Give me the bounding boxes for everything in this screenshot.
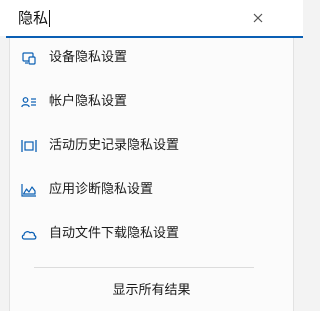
suggestion-label: 帐户隐私设置	[49, 94, 128, 109]
cloud-icon	[21, 231, 37, 240]
show-all-results-button[interactable]: 显示所有结果	[10, 278, 293, 304]
account-icon	[21, 97, 36, 108]
suggestion-label: 活动历史记录隐私设置	[49, 138, 180, 153]
device-icon	[22, 52, 36, 65]
close-icon[interactable]	[251, 11, 265, 25]
settings-search-window: 隐私 设备隐私设置 帐户隐私设置 活动历史记录隐私设置 应用诊断隐私设置 自动文…	[0, 0, 303, 311]
suggestion-app-diagnostics-privacy[interactable]: 应用诊断隐私设置	[10, 170, 293, 210]
search-box[interactable]: 隐私	[0, 0, 303, 36]
suggestion-activity-history-privacy[interactable]: 活动历史记录隐私设置	[10, 126, 293, 166]
suggestion-device-privacy[interactable]: 设备隐私设置	[10, 38, 293, 78]
suggestion-auto-file-download-privacy[interactable]: 自动文件下载隐私设置	[10, 214, 293, 254]
suggestion-label: 应用诊断隐私设置	[49, 182, 154, 197]
search-suggestions-list: 设备隐私设置 帐户隐私设置 活动历史记录隐私设置 应用诊断隐私设置 自动文件下载…	[9, 38, 294, 311]
app-diagnostics-icon	[21, 184, 36, 197]
activity-history-icon	[21, 140, 37, 152]
search-input[interactable]: 隐私	[18, 8, 51, 28]
suggestion-account-privacy[interactable]: 帐户隐私设置	[10, 82, 293, 122]
text-caret	[49, 9, 51, 27]
search-query-text: 隐私	[18, 9, 49, 27]
suggestion-label: 设备隐私设置	[49, 50, 128, 65]
suggestion-label: 自动文件下载隐私设置	[49, 226, 180, 241]
list-divider	[34, 267, 254, 268]
